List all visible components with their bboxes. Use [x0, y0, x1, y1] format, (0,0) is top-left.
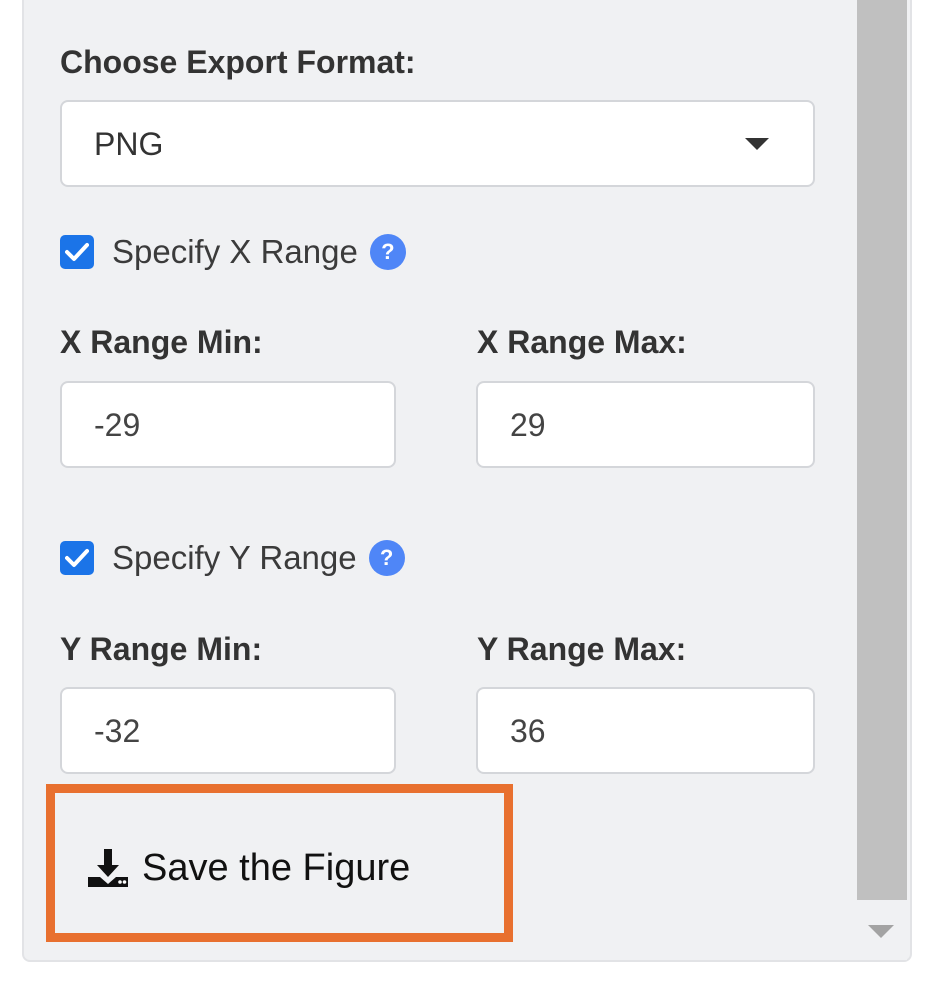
y-range-min-value: -32 — [94, 713, 141, 749]
x-range-max-input[interactable]: 29 — [476, 381, 815, 468]
y-range-max-input[interactable]: 36 — [476, 687, 815, 774]
x-range-help-icon[interactable]: ? — [369, 234, 406, 270]
y-range-max-value: 36 — [510, 713, 546, 749]
x-range-min-label: X Range Min: — [60, 324, 263, 360]
y-range-help-icon[interactable]: ? — [368, 540, 405, 576]
x-range-max-value: 29 — [510, 407, 546, 443]
download-icon — [88, 849, 128, 887]
save-figure-label: Save the Figure — [142, 846, 411, 889]
specify-y-range-checkbox[interactable] — [60, 541, 94, 575]
check-icon — [65, 243, 89, 261]
specify-x-range-row[interactable]: Specify X Range ? — [60, 232, 406, 272]
y-range-min-label: Y Range Min: — [60, 631, 263, 667]
export-format-select[interactable]: PNG — [60, 100, 815, 187]
x-range-min-value: -29 — [94, 407, 141, 443]
caret-down-icon — [745, 138, 769, 150]
scrollbar-thumb[interactable] — [857, 0, 907, 900]
y-range-max-label: Y Range Max: — [477, 631, 687, 667]
specify-x-range-label: Specify X Range — [112, 233, 358, 270]
specify-y-range-row[interactable]: Specify Y Range ? — [60, 538, 405, 578]
x-range-max-label: X Range Max: — [477, 324, 687, 360]
export-format-label: Choose Export Format: — [60, 44, 416, 80]
save-figure-button[interactable]: Save the Figure — [86, 838, 410, 898]
specify-x-range-checkbox[interactable] — [60, 235, 94, 269]
scroll-down-arrow-icon[interactable] — [868, 925, 894, 938]
y-range-min-input[interactable]: -32 — [60, 687, 396, 774]
x-range-min-input[interactable]: -29 — [60, 381, 396, 468]
check-icon — [65, 549, 89, 567]
specify-y-range-label: Specify Y Range — [112, 539, 357, 576]
scrollbar-track[interactable] — [857, 0, 907, 960]
export-format-value: PNG — [94, 126, 164, 162]
